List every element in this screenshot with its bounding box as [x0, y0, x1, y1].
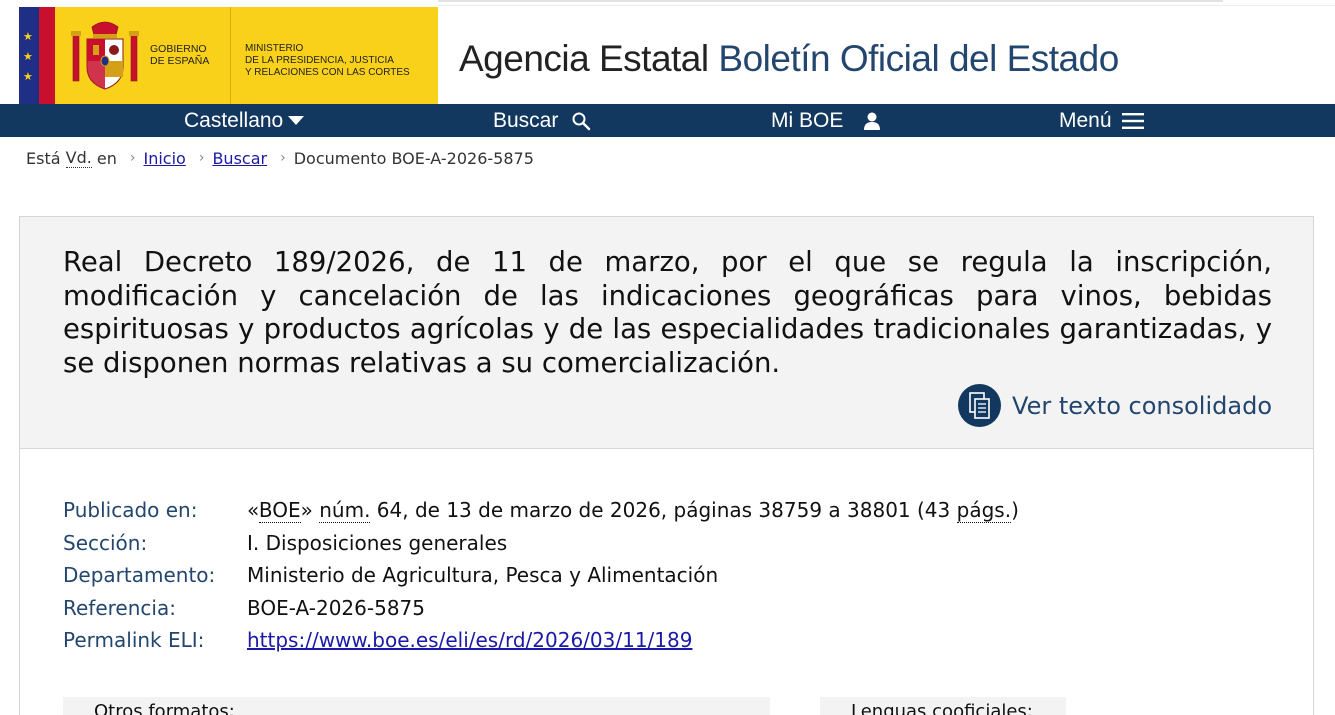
site-title-boe: Boletín Oficial del Estado [718, 38, 1119, 79]
pags-abbr: págs. [956, 498, 1012, 523]
num-abbr: núm. [319, 498, 371, 523]
metadata-row-published: Publicado en: «BOE» núm. 64, de 13 de ma… [63, 494, 1019, 527]
reference-key: Referencia: [63, 595, 176, 620]
header-top-line-2 [438, 5, 1335, 6]
co-official-languages-label: Lenguas cooficiales: [851, 701, 1033, 715]
nav-search-label: Buscar [493, 108, 559, 132]
breadcrumb-current: Documento BOE-A-2026-5875 [293, 148, 534, 168]
ministerio-label: MINISTERIO DE LA PRESIDENCIA, JUSTICIA Y… [245, 43, 410, 78]
nav-mi-boe-label: Mi BOE [771, 108, 844, 132]
boe-abbr: BOE [258, 498, 301, 523]
coat-of-arms-icon [71, 21, 139, 90]
nav-menu-label: Menú [1059, 108, 1112, 132]
chevron-right-icon: › [129, 150, 136, 166]
site-header: ★ ★ ★ GOBIERNO DE ESPAÑA MINISTERIO DE L… [0, 0, 1335, 104]
eu-star-icon: ★ [23, 30, 33, 43]
main-nav: Castellano Buscar Mi BOE Menú [0, 104, 1335, 137]
chevron-right-icon: › [280, 150, 286, 166]
user-icon [864, 112, 881, 130]
metadata-row-department: Departamento: Ministerio de Agricultura,… [63, 559, 1019, 592]
consolidated-text-label: Ver texto consolidado [1012, 391, 1272, 420]
nav-search[interactable]: Buscar [493, 104, 591, 137]
breadcrumb-abbr: Vd. [65, 148, 92, 168]
breadcrumb-link-buscar[interactable]: Buscar [212, 149, 267, 168]
gobierno-label: GOBIERNO DE ESPAÑA [150, 43, 210, 67]
published-value: «BOE» núm. 64, de 13 de marzo de 2026, p… [247, 498, 1019, 523]
eu-star-icon: ★ [23, 50, 33, 63]
header-top-line [438, 0, 1223, 2]
government-logo[interactable]: GOBIERNO DE ESPAÑA MINISTERIO DE LA PRES… [55, 7, 438, 104]
eu-star-icon: ★ [23, 70, 33, 83]
eu-flag-strip: ★ ★ ★ [19, 7, 39, 104]
other-formats-panel: Otros formatos: [63, 697, 770, 715]
document-title-area: Real Decreto 189/2026, de 11 de marzo, p… [20, 217, 1313, 449]
breadcrumb-prefix-en: en [96, 148, 117, 168]
reference-value: BOE-A-2026-5875 [247, 595, 425, 620]
permalink-eli-link[interactable]: https://www.boe.es/eli/es/rd/2026/03/11/… [247, 628, 692, 652]
department-key: Departamento: [63, 563, 216, 587]
site-title-agency: Agencia Estatal [459, 38, 709, 79]
logo-divider [230, 7, 231, 104]
department-value: Ministerio de Agricultura, Pesca y Alime… [247, 563, 719, 587]
documents-icon [958, 384, 1002, 427]
metadata-row-permalink: Permalink ELI: https://www.boe.es/eli/es… [63, 624, 1019, 657]
metadata-row-reference: Referencia: BOE-A-2026-5875 [63, 592, 1019, 625]
site-title[interactable]: Agencia Estatal Boletín Oficial del Esta… [459, 38, 1119, 80]
metadata-row-section: Sección: I. Disposiciones generales [63, 527, 1019, 560]
nav-language-selector[interactable]: Castellano [184, 104, 305, 137]
consolidated-text-link[interactable]: Ver texto consolidado [958, 384, 1272, 427]
breadcrumb-prefix: Está [26, 148, 61, 168]
section-key: Sección: [63, 530, 148, 555]
section-value: I. Disposiciones generales [247, 530, 508, 555]
nav-language-label: Castellano [184, 108, 284, 132]
published-key: Publicado en: [63, 498, 198, 522]
chevron-right-icon: › [198, 150, 205, 166]
caret-down-icon [288, 115, 305, 125]
other-formats-label: Otros formatos: [94, 701, 235, 715]
document-metadata: Publicado en: «BOE» núm. 64, de 13 de ma… [63, 494, 1019, 657]
permalink-key: Permalink ELI: [63, 628, 205, 652]
search-icon [572, 112, 591, 130]
breadcrumb: Está Vd. en › Inicio › Buscar › Document… [26, 148, 534, 168]
co-official-languages-panel: Lenguas cooficiales: [820, 697, 1066, 715]
nav-menu[interactable]: Menú [1059, 104, 1144, 137]
hamburger-menu-icon [1121, 112, 1144, 129]
spain-flag-red-stripe [39, 7, 55, 104]
breadcrumb-link-inicio[interactable]: Inicio [144, 149, 186, 168]
nav-mi-boe[interactable]: Mi BOE [771, 104, 881, 137]
document-panel: Real Decreto 189/2026, de 11 de marzo, p… [19, 216, 1314, 715]
document-title: Real Decreto 189/2026, de 11 de marzo, p… [63, 246, 1272, 379]
